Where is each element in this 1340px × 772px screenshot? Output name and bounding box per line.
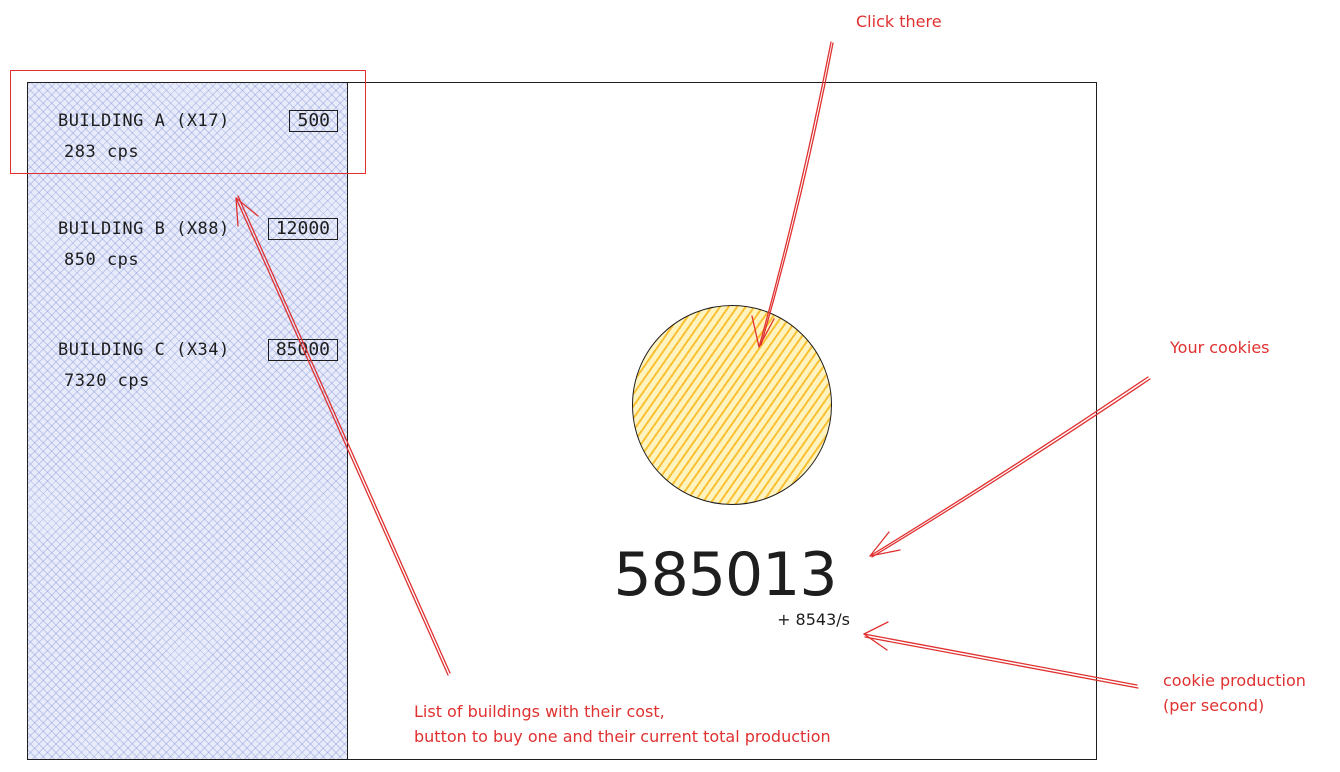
- cookie-count: 585013: [613, 540, 837, 610]
- annotation-your-cookies: Your cookies: [1170, 338, 1270, 357]
- cookie-production-rate: + 8543/s: [777, 610, 850, 629]
- building-name: BUILDING C (x34): [58, 340, 230, 360]
- annotation-line: cookie production: [1163, 671, 1306, 690]
- building-cps: 850 cps: [64, 250, 140, 270]
- buildings-sidebar: BUILDING A (x17) 500 283 cps BUILDING B …: [28, 83, 348, 759]
- annotation-buildings-list: List of buildings with their cost, butto…: [414, 699, 831, 749]
- annotation-cookie-production: cookie production (per second): [1163, 668, 1306, 718]
- annotation-line: (per second): [1163, 696, 1265, 715]
- annotation-line: List of buildings with their cost,: [414, 702, 665, 721]
- building-name: BUILDING B (x88): [58, 219, 230, 239]
- annotation-line: button to buy one and their current tota…: [414, 727, 831, 746]
- building-highlight-box: [10, 70, 366, 174]
- building-item-c: BUILDING C (x34) 85000 7320 cps: [58, 339, 348, 391]
- annotation-click-there: Click there: [856, 12, 942, 31]
- buy-building-b-button[interactable]: 12000: [267, 218, 338, 240]
- buy-building-c-button[interactable]: 85000: [267, 339, 338, 361]
- building-cps: 7320 cps: [64, 371, 150, 391]
- cookie-button[interactable]: [632, 305, 832, 505]
- building-item-b: BUILDING B (x88) 12000 850 cps: [58, 218, 348, 270]
